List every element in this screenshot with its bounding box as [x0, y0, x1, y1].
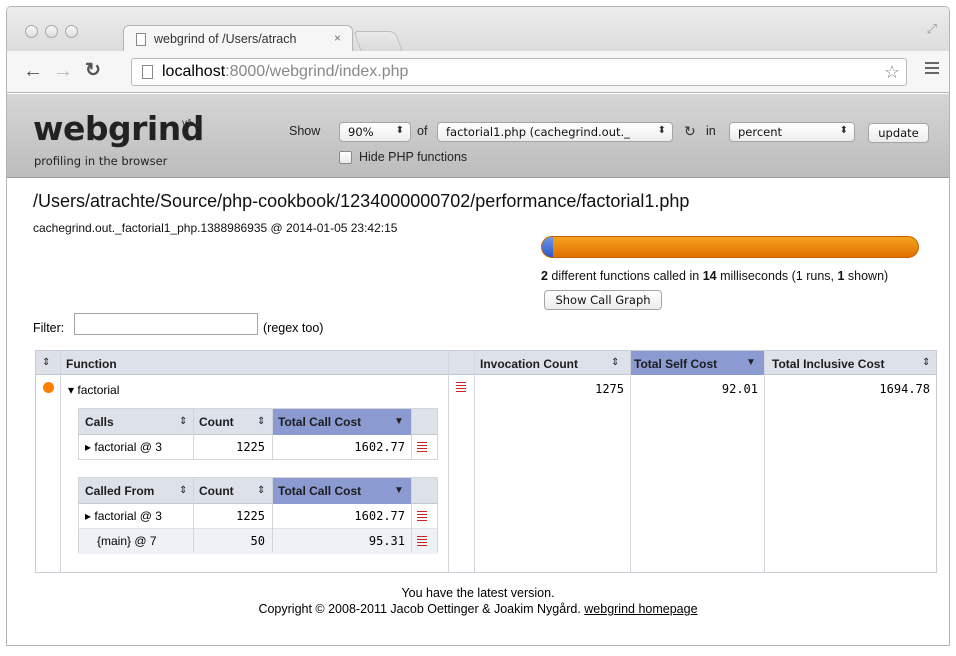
update-button[interactable]: update	[868, 123, 929, 143]
file-select[interactable]: factorial1.php (cachegrind.out._ ⬍	[437, 122, 673, 142]
column-total-self-cost[interactable]: Total Self Cost	[630, 351, 764, 375]
caller-count: 50	[250, 534, 265, 548]
menu-icon[interactable]	[925, 62, 939, 77]
sort-icon[interactable]: ⇕	[922, 357, 930, 368]
filter-label: Filter:	[33, 321, 65, 335]
copyright: Copyright © 2008-2011 Jacob Oettinger & …	[258, 602, 698, 616]
column-invocation-count[interactable]: Invocation Count	[478, 351, 630, 375]
called-from-table: Called From ⇕ Count ⇕ Total Call Cost ▼ …	[78, 477, 438, 554]
footer: You have the latest version. Copyright ©…	[7, 585, 949, 617]
internal-cost-fill	[542, 237, 554, 257]
column-total-inclusive-cost[interactable]: Total Inclusive Cost	[770, 351, 884, 375]
column-function[interactable]: Function	[66, 351, 117, 375]
column-count[interactable]: Count	[199, 409, 234, 435]
caller-cost: 1602.77	[354, 509, 405, 523]
logo-version: v1.1	[182, 118, 201, 129]
browser-toolbar: ← → ↻ localhost:8000/webgrind/index.php …	[7, 51, 949, 93]
column-called-from[interactable]: Called From	[85, 478, 154, 504]
table-header: ⇕ Function Invocation Count ⇕ Total Self…	[36, 351, 936, 375]
minimize-window-button[interactable]	[45, 25, 58, 38]
cost-unit-select[interactable]: percent ⬍	[729, 122, 855, 142]
sort-icon[interactable]: ⇕	[179, 485, 187, 496]
show-call-graph-button[interactable]: Show Call Graph	[544, 290, 662, 310]
call-graph-icon[interactable]	[417, 536, 427, 547]
calls-table: Calls ⇕ Count ⇕ Total Call Cost ▼ ▸ fact…	[78, 408, 438, 460]
webgrind-homepage-link[interactable]: webgrind homepage	[584, 602, 697, 616]
show-label: Show	[289, 124, 321, 138]
function-row[interactable]: ▾ factorial	[68, 383, 119, 397]
sort-icon[interactable]: ⇕	[257, 416, 265, 427]
caller-name[interactable]: {main} @ 7	[97, 534, 157, 548]
column-total-call-cost[interactable]: Total Call Cost	[273, 478, 411, 504]
close-window-button[interactable]	[25, 25, 38, 38]
table-row: ▸ factorial @ 3 1225 1602.77	[79, 435, 437, 460]
url-text: localhost:8000/webgrind/index.php	[162, 63, 409, 80]
call-count: 1225	[236, 440, 265, 454]
reload-files-icon[interactable]: ↻	[684, 123, 696, 140]
tab-title: webgrind of /Users/atrach	[154, 32, 297, 46]
data-file-info: cachegrind.out._factorial1_php.138898693…	[33, 221, 398, 235]
sort-icon[interactable]: ⇕	[42, 357, 50, 368]
function-table: ⇕ Function Invocation Count ⇕ Total Self…	[35, 350, 937, 573]
call-graph-icon[interactable]	[417, 442, 427, 453]
table-row: {main} @ 7 50 95.31	[79, 529, 437, 554]
version-note: You have the latest version.	[401, 586, 555, 600]
column-count[interactable]: Count	[199, 478, 234, 504]
filter-note: (regex too)	[263, 321, 324, 335]
caller-cost: 95.31	[368, 534, 405, 548]
caller-count: 1225	[236, 509, 265, 523]
sort-desc-icon[interactable]: ▼	[394, 416, 404, 427]
sort-icon[interactable]: ⇕	[179, 416, 187, 427]
browser-tab[interactable]: webgrind of /Users/atrach ×	[123, 25, 353, 52]
webgrind-logo: webgrind	[33, 109, 204, 148]
table-row: ▸ factorial @ 3 1225 1602.77	[79, 504, 437, 529]
reload-icon[interactable]: ↻	[85, 60, 101, 82]
hide-php-checkbox[interactable]	[339, 151, 352, 164]
self-cost-value: 92.01	[721, 382, 758, 396]
cost-ratio-bar	[541, 236, 919, 258]
address-bar[interactable]: localhost:8000/webgrind/index.php ☆	[131, 58, 907, 86]
webgrind-header: webgrind v1.1 profiling in the browser S…	[7, 94, 949, 178]
column-total-call-cost[interactable]: Total Call Cost	[273, 409, 411, 435]
logo-tagline: profiling in the browser	[34, 154, 168, 168]
fullscreen-icon[interactable]: ⤢	[927, 21, 937, 37]
back-icon[interactable]: ←	[23, 60, 43, 82]
inclusive-cost-value: 1694.78	[879, 382, 930, 396]
title-bar: webgrind of /Users/atrach × ⤢	[7, 7, 949, 52]
caller-name[interactable]: ▸ factorial @ 3	[85, 509, 162, 523]
hide-php-label: Hide PHP functions	[359, 150, 468, 164]
forward-icon[interactable]: →	[53, 60, 73, 82]
page-icon	[142, 65, 153, 79]
page-icon	[136, 33, 146, 46]
call-graph-icon[interactable]	[456, 382, 466, 393]
file-path-title: /Users/atrachte/Source/php-cookbook/1234…	[33, 191, 690, 211]
sort-desc-icon[interactable]: ▼	[746, 357, 756, 368]
sort-icon[interactable]: ⇕	[257, 485, 265, 496]
in-label: in	[706, 124, 716, 138]
internal-function-dot	[43, 382, 54, 393]
browser-window: webgrind of /Users/atrach × ⤢ ← → ↻ loca…	[6, 6, 950, 646]
invocation-count-value: 1275	[595, 382, 624, 396]
sort-desc-icon[interactable]: ▼	[394, 485, 404, 496]
new-tab-button[interactable]	[353, 31, 403, 51]
sort-icon[interactable]: ⇕	[611, 357, 619, 368]
of-label: of	[417, 124, 428, 138]
call-cost: 1602.77	[354, 440, 405, 454]
tab-close-icon[interactable]: ×	[334, 31, 341, 45]
bookmark-star-icon[interactable]: ☆	[884, 62, 900, 83]
call-graph-icon[interactable]	[417, 511, 427, 522]
run-summary: 2 different functions called in 14 milli…	[541, 269, 889, 283]
call-name[interactable]: ▸ factorial @ 3	[85, 440, 162, 454]
filter-input[interactable]	[74, 313, 258, 335]
show-percent-select[interactable]: 90% ⬍	[339, 122, 411, 142]
zoom-window-button[interactable]	[65, 25, 78, 38]
column-calls[interactable]: Calls	[85, 409, 114, 435]
